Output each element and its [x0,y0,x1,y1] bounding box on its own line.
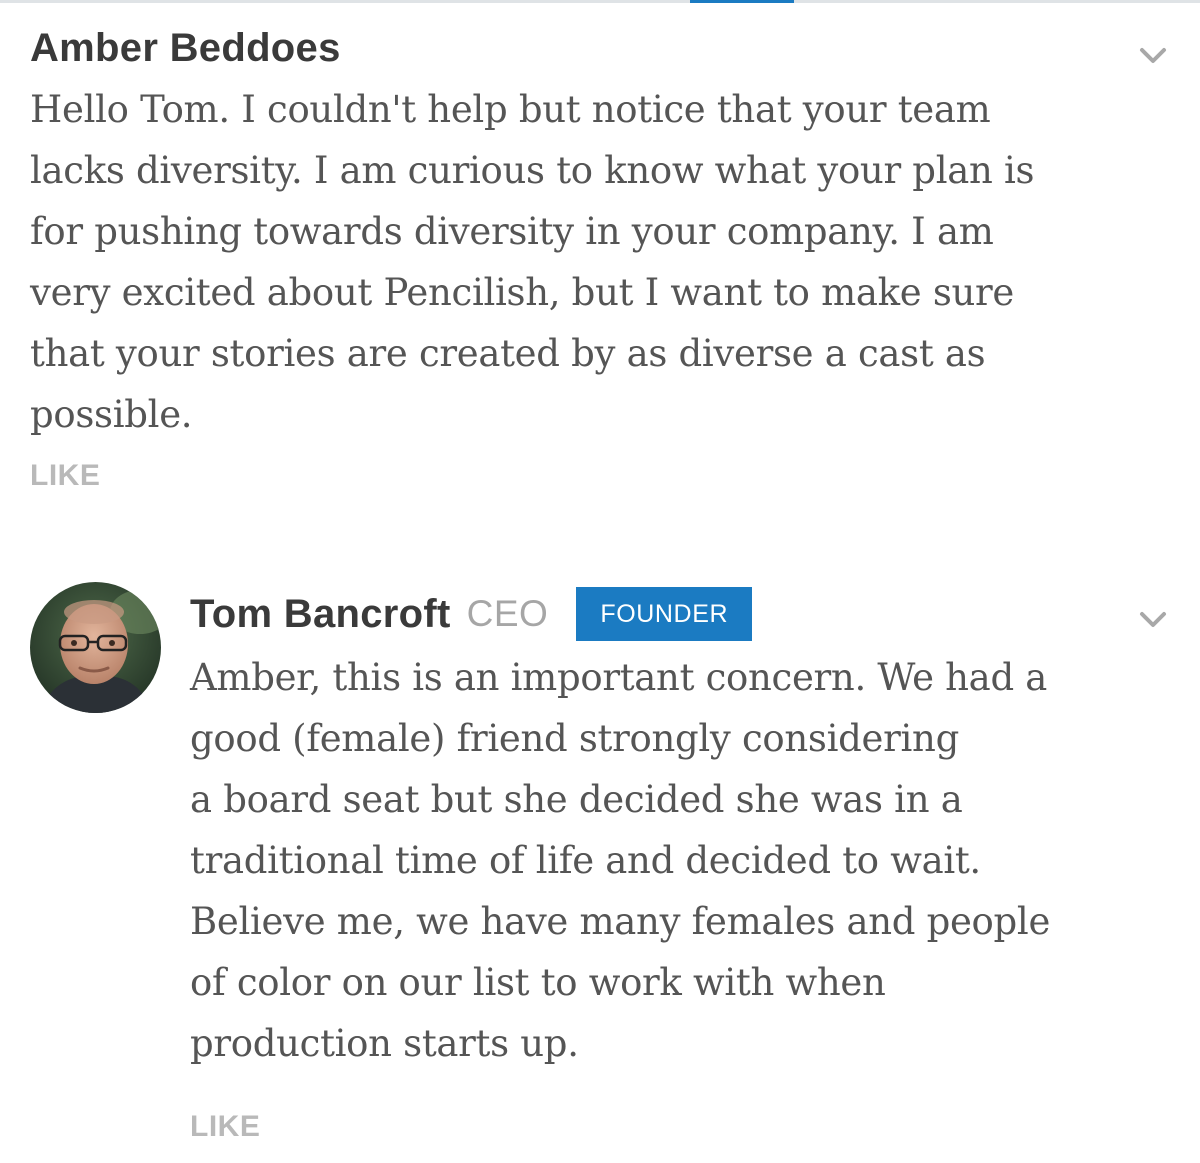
comment-line: production starts up. [190,1022,579,1065]
comment-line: a board seat but she decided she was in … [190,778,963,821]
comment-line: very excited about Pencilish, but I want… [30,271,1015,314]
avatar[interactable] [30,582,161,713]
comment-line: lacks diversity. I am curious to know wh… [30,149,1035,192]
comment-line: possible. [30,393,193,436]
comment-author: Amber Beddoes [30,26,341,70]
comment-body: Amber, this is an important concern. We … [190,647,1150,1074]
comment-line: Believe me, we have many females and peo… [190,900,1051,943]
comment-line: good (female) friend strongly considerin… [190,717,959,760]
reply-content: Tom Bancroft CEO FOUNDER Amber, this is … [190,586,1170,1074]
avatar-image [30,582,161,713]
comment-line: of color on our list to work with when [190,961,886,1004]
chevron-down-icon[interactable] [1138,40,1168,70]
comment-body: Hello Tom. I couldn't help but notice th… [30,79,1140,445]
founder-badge: FOUNDER [576,587,753,641]
comment-line: for pushing towards diversity in your co… [30,210,994,253]
comment-author[interactable]: Tom Bancroft [190,590,451,638]
reply-header: Tom Bancroft CEO FOUNDER [190,586,1170,642]
like-button[interactable]: LIKE [190,1110,260,1144]
like-button[interactable]: LIKE [30,459,100,493]
chevron-down-icon[interactable] [1138,604,1168,634]
top-tab-indicator [690,0,794,3]
comment-line: Amber, this is an important concern. We … [190,656,1048,699]
comment-amber: Amber Beddoes Hello Tom. I couldn't help… [30,24,1170,493]
comment-tom: Tom Bancroft CEO FOUNDER Amber, this is … [30,582,1170,1152]
comment-line: traditional time of life and decided to … [190,839,981,882]
comment-line: Hello Tom. I couldn't help but notice th… [30,88,991,131]
top-divider [0,0,1200,3]
author-role: CEO [466,593,549,634]
comment-line: that your stories are created by as dive… [30,332,986,375]
